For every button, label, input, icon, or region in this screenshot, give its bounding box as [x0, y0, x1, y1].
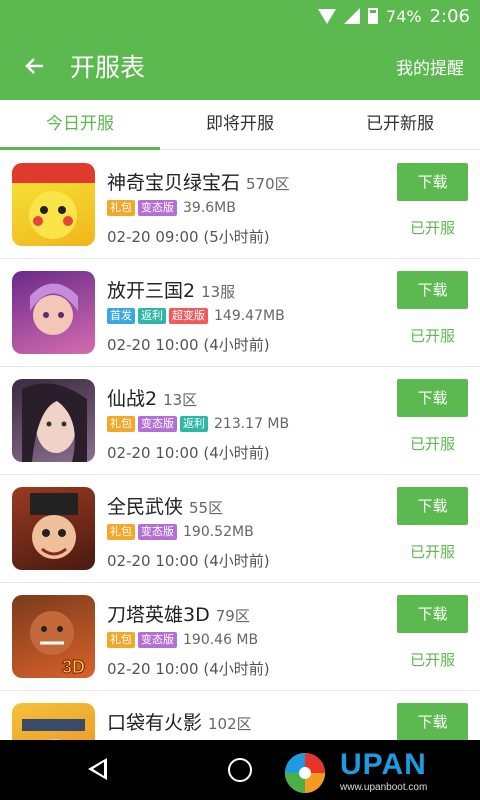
nav-back-icon[interactable] — [88, 758, 107, 780]
wuxia-game-icon — [12, 487, 95, 570]
open-time: 02-20 10:00 (4小时前) — [107, 444, 270, 462]
page-title: 开服表 — [70, 53, 146, 82]
file-size: 213.17 MB — [214, 416, 290, 432]
status-label: 已开服 — [409, 543, 455, 561]
tag-variant: 变态版 — [138, 524, 177, 540]
download-button[interactable]: 下载 — [397, 595, 468, 633]
server-label: 55区 — [189, 499, 224, 517]
tag-rebate: 返利 — [138, 308, 166, 324]
tag-gift: 礼包 — [107, 416, 135, 432]
pikachu-game-icon — [12, 163, 95, 246]
file-size: 149.47MB — [214, 308, 285, 324]
open-time: 02-20 09:00 (5小时前) — [107, 228, 270, 246]
wifi-icon — [318, 8, 337, 24]
file-size: 39.6MB — [183, 200, 236, 216]
download-button[interactable]: 下载 — [397, 487, 468, 525]
download-button[interactable]: 下载 — [397, 271, 468, 309]
list-item[interactable]: 放开三国2 13服 首发 返利 超变版 149.47MB 02-20 10:00 … — [0, 259, 480, 367]
server-label: 570区 — [246, 175, 290, 193]
tab-upcoming[interactable]: 即将开服 — [160, 100, 320, 149]
game-name: 全民武侠 55区 — [107, 496, 224, 518]
clock: 2:06 — [429, 5, 470, 27]
game-name: 神奇宝贝绿宝石 570区 — [107, 172, 290, 194]
game-name: 放开三国2 13服 — [107, 280, 236, 302]
tag-first-release: 首发 — [107, 308, 135, 324]
status-label: 已开服 — [409, 327, 455, 345]
list-item[interactable]: 3D 刀塔英雄3D 79区 礼包 变态版 190.46 MB 02-20 10:0… — [0, 583, 480, 691]
watermark: UPAN www.upanboot.com — [280, 742, 480, 798]
open-time: 02-20 10:00 (4小时前) — [107, 552, 270, 570]
tag-gift: 礼包 — [107, 524, 135, 540]
server-label: 102区 — [208, 715, 252, 733]
tab-opened[interactable]: 已开新服 — [320, 100, 480, 149]
tag-gift: 礼包 — [107, 632, 135, 648]
tag-group: 首发 返利 超变版 149.47MB — [107, 307, 285, 325]
tag-variant: 变态版 — [138, 416, 177, 432]
game-list: 神奇宝贝绿宝石 570区 礼包 变态版 39.6MB 02-20 09:00 (5… — [0, 151, 480, 740]
tag-gift: 礼包 — [107, 200, 135, 216]
status-label: 已开服 — [409, 219, 455, 237]
tab-today[interactable]: 今日开服 — [0, 100, 160, 150]
tag-variant: 变态版 — [138, 200, 177, 216]
server-label: 79区 — [215, 607, 250, 625]
status-bar: 74% 2:06 — [0, 0, 480, 32]
list-item[interactable]: 神奇宝贝绿宝石 570区 礼包 变态版 39.6MB 02-20 09:00 (5… — [0, 151, 480, 259]
signal-icon — [344, 8, 361, 24]
tag-group: 礼包 变态版 190.46 MB — [107, 631, 258, 649]
tag-rebate: 返利 — [180, 416, 208, 432]
battery-percent: 74% — [386, 6, 422, 26]
my-reminders-button[interactable]: 我的提醒 — [396, 54, 480, 79]
tag-super-variant: 超变版 — [169, 308, 208, 324]
game-name: 仙战2 13区 — [107, 388, 198, 410]
tag-variant: 变态版 — [138, 632, 177, 648]
svg-text:3D: 3D — [62, 657, 85, 677]
file-size: 190.46 MB — [183, 632, 259, 648]
download-button[interactable]: 下载 — [397, 379, 468, 417]
game-name: 口袋有火影 102区 — [107, 712, 252, 734]
battery-icon — [368, 8, 379, 24]
status-label: 已开服 — [409, 435, 455, 453]
tab-bar: 今日开服 即将开服 已开新服 — [0, 100, 480, 150]
dota-hero-game-icon: 3D — [12, 595, 95, 678]
server-label: 13区 — [163, 391, 198, 409]
naruto-game-icon — [12, 703, 95, 740]
tag-group: 礼包 变态版 190.52MB — [107, 523, 254, 541]
status-label: 已开服 — [409, 651, 455, 669]
list-item[interactable]: 全民武侠 55区 礼包 变态版 190.52MB 02-20 10:00 (4小时… — [0, 475, 480, 583]
list-item[interactable]: 仙战2 13区 礼包 变态版 返利 213.17 MB 02-20 10:00 (… — [0, 367, 480, 475]
tag-group: 礼包 变态版 39.6MB — [107, 199, 236, 217]
download-button[interactable]: 下载 — [397, 703, 468, 740]
watermark-url: www.upanboot.com — [340, 782, 428, 793]
nav-home-icon[interactable] — [228, 758, 252, 782]
three-kingdoms-game-icon — [12, 271, 95, 354]
game-name: 刀塔英雄3D 79区 — [107, 604, 250, 626]
xianzhan-game-icon — [12, 379, 95, 462]
open-time: 02-20 10:00 (4小时前) — [107, 660, 270, 678]
server-label: 13服 — [201, 283, 236, 301]
watermark-brand: UPAN — [340, 748, 427, 781]
file-size: 190.52MB — [183, 524, 254, 540]
list-item[interactable]: 口袋有火影 102区 下载 — [0, 691, 480, 740]
tag-group: 礼包 变态版 返利 213.17 MB — [107, 415, 289, 433]
download-button[interactable]: 下载 — [397, 163, 468, 201]
back-arrow-icon[interactable] — [0, 32, 70, 100]
app-bar: 开服表 我的提醒 — [0, 32, 480, 100]
open-time: 02-20 10:00 (4小时前) — [107, 336, 270, 354]
upan-logo-icon — [285, 753, 325, 793]
